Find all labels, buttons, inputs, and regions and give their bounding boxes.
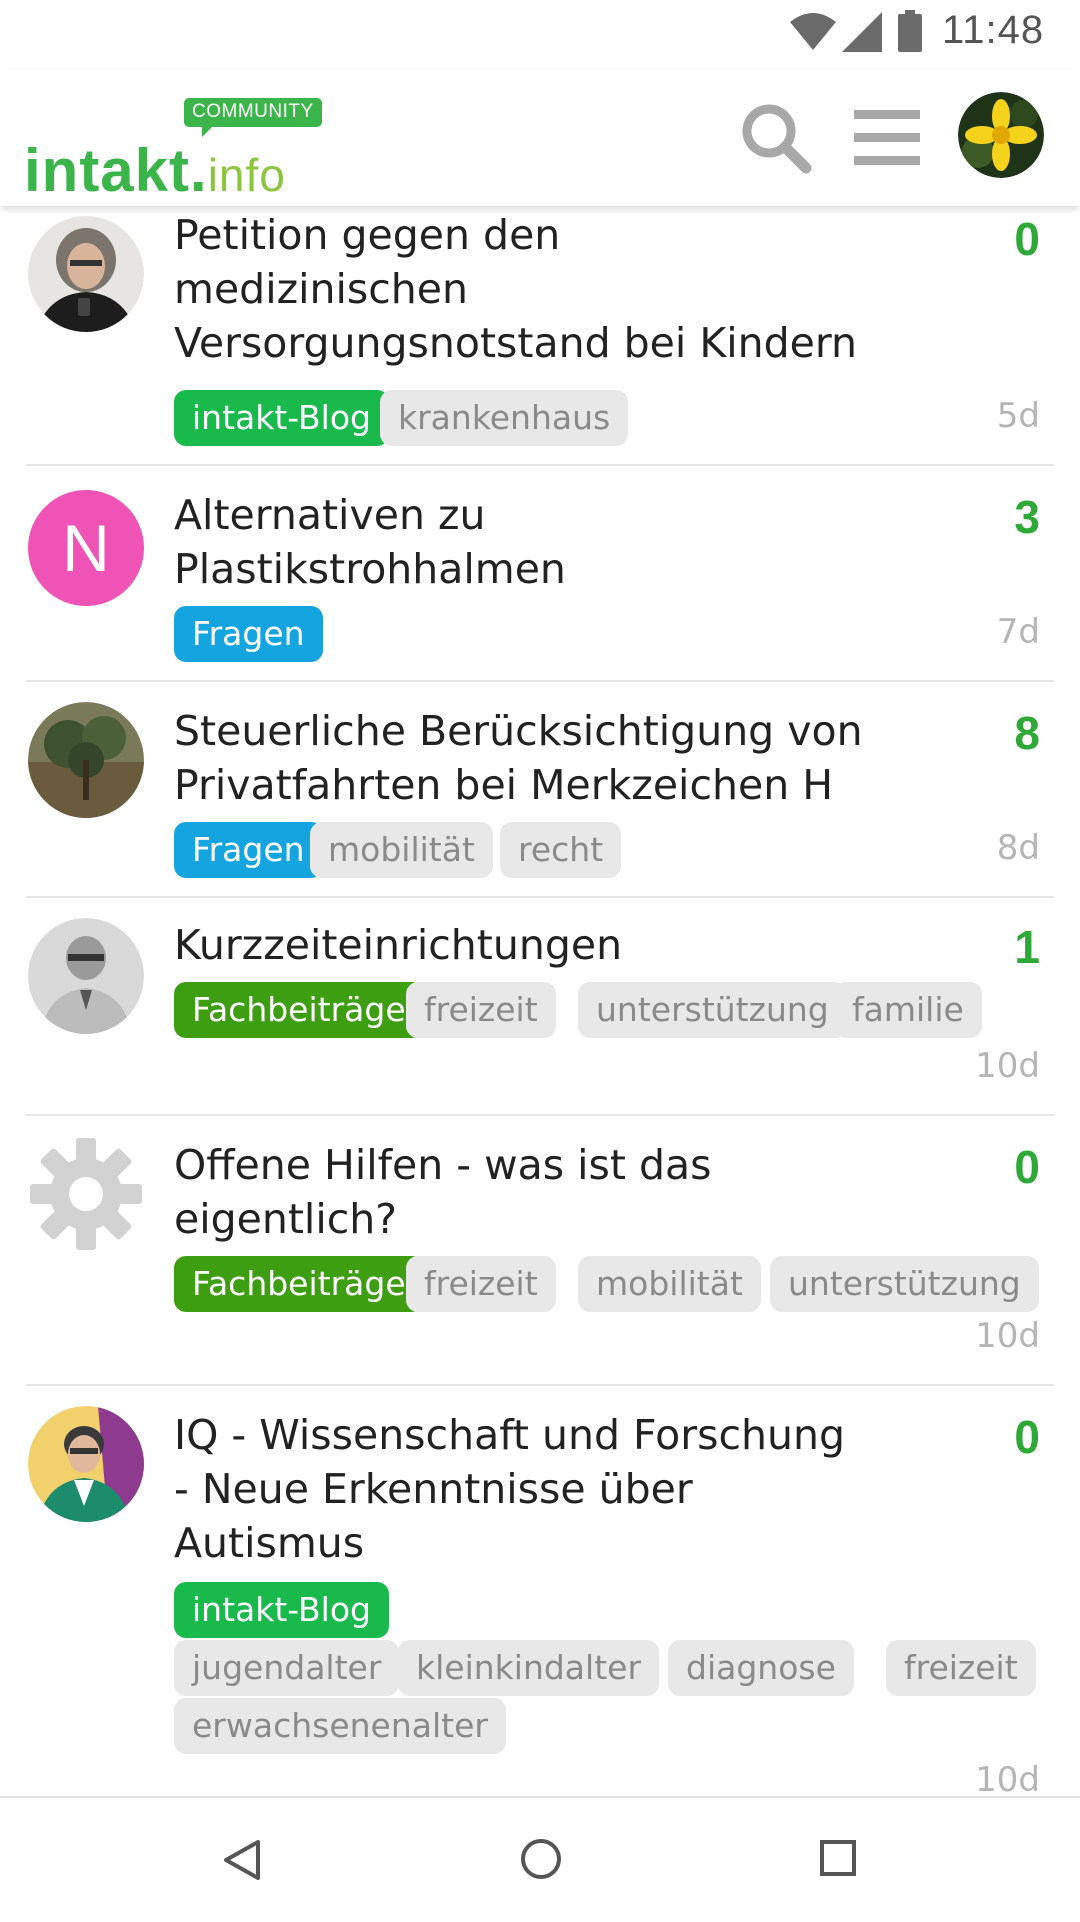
cell-signal-icon bbox=[842, 12, 882, 52]
topic-title-line: eigentlich? bbox=[174, 1195, 397, 1243]
author-avatar[interactable] bbox=[28, 918, 144, 1034]
topic-age: 7d bbox=[996, 612, 1040, 652]
topic-title-line: Privatfahrten bei Merkzeichen H bbox=[174, 761, 834, 809]
category-badge[interactable]: Fragen bbox=[174, 822, 323, 878]
tag-chip[interactable]: freizeit bbox=[406, 1256, 556, 1312]
tag-chip[interactable]: recht bbox=[500, 822, 622, 878]
reply-count: 0 bbox=[1014, 213, 1040, 265]
logo-community-badge: COMMUNITY bbox=[184, 98, 322, 137]
tag-chip[interactable]: freizeit bbox=[886, 1640, 1036, 1696]
search-icon[interactable] bbox=[740, 102, 812, 174]
logo-tld: info bbox=[207, 149, 286, 201]
site-logo[interactable]: COMMUNITY intakt.info bbox=[24, 98, 324, 204]
tag-chip[interactable]: jugendalter bbox=[174, 1640, 400, 1696]
logo-wordmark: intakt.info bbox=[24, 136, 286, 205]
topic-row[interactable]: Petition gegen den medizinischen Versorg… bbox=[26, 206, 1054, 466]
topic-age: 10d bbox=[975, 1760, 1040, 1800]
reply-count: 3 bbox=[1014, 491, 1040, 543]
app-header: COMMUNITY intakt.info bbox=[0, 70, 1080, 206]
tag-chip[interactable]: freizeit bbox=[406, 982, 556, 1038]
topic-row[interactable]: N Alternativen zu Plastikstrohhalmen 3 F… bbox=[26, 466, 1054, 682]
tag-chip[interactable]: unterstützung bbox=[770, 1256, 1039, 1312]
reply-count: 0 bbox=[1014, 1411, 1040, 1463]
home-icon[interactable] bbox=[520, 1838, 562, 1880]
author-avatar[interactable] bbox=[28, 216, 144, 332]
logo-dot: . bbox=[190, 137, 208, 204]
user-avatar[interactable] bbox=[958, 92, 1044, 178]
category-badge[interactable]: Fachbeiträge bbox=[174, 982, 424, 1038]
topic-title-line: Offene Hilfen - was ist das bbox=[174, 1141, 712, 1189]
author-avatar[interactable]: N bbox=[28, 490, 144, 606]
default-avatar-gear-icon[interactable] bbox=[28, 1136, 144, 1252]
topic-row[interactable]: Offene Hilfen - was ist das eigentlich? … bbox=[26, 1116, 1054, 1386]
category-badge[interactable]: intakt-Blog bbox=[174, 390, 389, 446]
status-bar: 11:48 bbox=[0, 0, 1080, 70]
system-navigation-bar bbox=[0, 1796, 1080, 1922]
topic-title-line: IQ - Wissenschaft und Forschung bbox=[174, 1411, 845, 1459]
topic-age: 5d bbox=[996, 396, 1040, 436]
avatar-letter: N bbox=[62, 511, 110, 585]
topic-row[interactable]: Kurzzeiteinrichtungen 1 Fachbeiträge fre… bbox=[26, 898, 1054, 1116]
topic-age: 8d bbox=[996, 828, 1040, 868]
topic-title-line: - Neue Erkenntnisse über bbox=[174, 1465, 693, 1513]
tag-chip[interactable]: erwachsenenalter bbox=[174, 1698, 506, 1754]
tag-chip[interactable]: krankenhaus bbox=[380, 390, 629, 446]
topic-age: 10d bbox=[975, 1046, 1040, 1086]
topic-title[interactable]: Kurzzeiteinrichtungen bbox=[174, 918, 894, 972]
wifi-icon bbox=[790, 13, 836, 50]
topic-title-line: Autismus bbox=[174, 1519, 365, 1567]
author-avatar[interactable] bbox=[28, 702, 144, 818]
category-badge[interactable]: Fachbeiträge bbox=[174, 1256, 424, 1312]
topic-title[interactable]: Alternativen zu Plastikstrohhalmen bbox=[174, 488, 894, 596]
topic-title[interactable]: Offene Hilfen - was ist das eigentlich? bbox=[174, 1138, 894, 1246]
tag-chip[interactable]: kleinkindalter bbox=[398, 1640, 660, 1696]
battery-icon bbox=[898, 10, 922, 52]
topic-title-line: Steuerliche Berücksichtigung von bbox=[174, 707, 863, 755]
topic-row[interactable]: Steuerliche Berücksichtigung von Privatf… bbox=[26, 682, 1054, 898]
tag-chip[interactable]: mobilität bbox=[310, 822, 493, 878]
reply-count: 1 bbox=[1014, 921, 1040, 973]
topic-title[interactable]: Petition gegen den medizinischen Versorg… bbox=[174, 208, 894, 370]
clock: 11:48 bbox=[942, 8, 1045, 52]
topic-title-line: medizinischen bbox=[174, 265, 468, 313]
reply-count: 8 bbox=[1014, 707, 1040, 759]
topic-title[interactable]: IQ - Wissenschaft und Forschung - Neue E… bbox=[174, 1408, 894, 1570]
reply-count: 0 bbox=[1014, 1141, 1040, 1193]
topic-title-line: Kurzzeiteinrichtungen bbox=[174, 921, 623, 969]
topic-title-line: Plastikstrohhalmen bbox=[174, 545, 566, 593]
topic-title-line: Alternativen zu bbox=[174, 491, 486, 539]
topic-title[interactable]: Steuerliche Berücksichtigung von Privatf… bbox=[174, 704, 894, 812]
tag-chip[interactable]: unterstützung bbox=[578, 982, 847, 1038]
tag-chip[interactable]: diagnose bbox=[668, 1640, 854, 1696]
tag-chip[interactable]: mobilität bbox=[578, 1256, 761, 1312]
back-icon[interactable] bbox=[222, 1838, 262, 1882]
category-badge[interactable]: Fragen bbox=[174, 606, 323, 662]
category-badge[interactable]: intakt-Blog bbox=[174, 1582, 389, 1638]
topic-age: 10d bbox=[975, 1316, 1040, 1356]
recent-apps-icon[interactable] bbox=[820, 1840, 856, 1876]
topic-row[interactable]: IQ - Wissenschaft und Forschung - Neue E… bbox=[26, 1386, 1054, 1806]
logo-main-text: intakt bbox=[24, 137, 191, 204]
topic-title-line: Petition gegen den bbox=[174, 211, 561, 259]
topic-title-line: Versorgungsnotstand bei Kindern bbox=[174, 319, 857, 367]
tag-chip[interactable]: familie bbox=[834, 982, 982, 1038]
hamburger-menu-icon[interactable] bbox=[854, 110, 920, 166]
author-avatar[interactable] bbox=[28, 1406, 144, 1522]
